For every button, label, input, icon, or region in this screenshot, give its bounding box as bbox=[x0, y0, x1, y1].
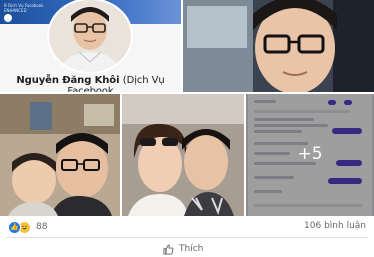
cover-logo bbox=[4, 14, 12, 22]
like-button[interactable]: Thích bbox=[163, 242, 203, 256]
thumbs-up-icon bbox=[163, 244, 174, 255]
father-son-image bbox=[0, 94, 120, 216]
post-photo-3[interactable] bbox=[122, 94, 244, 216]
car-selfie-image bbox=[183, 0, 374, 92]
profile-name-text: Nguyễn Đăng Khôi bbox=[16, 75, 120, 86]
more-photos-count[interactable]: +5 bbox=[246, 144, 374, 164]
divider bbox=[6, 237, 368, 238]
like-icon: 👍 bbox=[8, 220, 21, 234]
profile-card[interactable]: B Dịch Vụ Facebook ENHANCED Nguyễn Đăng … bbox=[0, 0, 181, 92]
comments-count-link[interactable]: 106 bình luận bbox=[304, 221, 366, 231]
profile-avatar[interactable] bbox=[47, 0, 133, 74]
cover-text: B Dịch Vụ Facebook ENHANCED bbox=[4, 3, 44, 13]
post-photo-1[interactable] bbox=[183, 0, 374, 92]
cover-text-line-2: ENHANCED bbox=[4, 8, 27, 13]
couple-selfie-image bbox=[122, 94, 244, 216]
profile-name[interactable]: Nguyễn Đăng Khôi (Dịch Vụ Facebook bbox=[0, 75, 181, 92]
post-photo-4-more[interactable]: +5 bbox=[246, 94, 374, 216]
like-label: Thích bbox=[179, 244, 204, 254]
reaction-count: 88 bbox=[36, 222, 48, 232]
reactions-summary[interactable]: 👍 88 bbox=[8, 220, 47, 234]
avatar-portrait bbox=[49, 0, 131, 72]
post-photo-2[interactable] bbox=[0, 94, 120, 216]
